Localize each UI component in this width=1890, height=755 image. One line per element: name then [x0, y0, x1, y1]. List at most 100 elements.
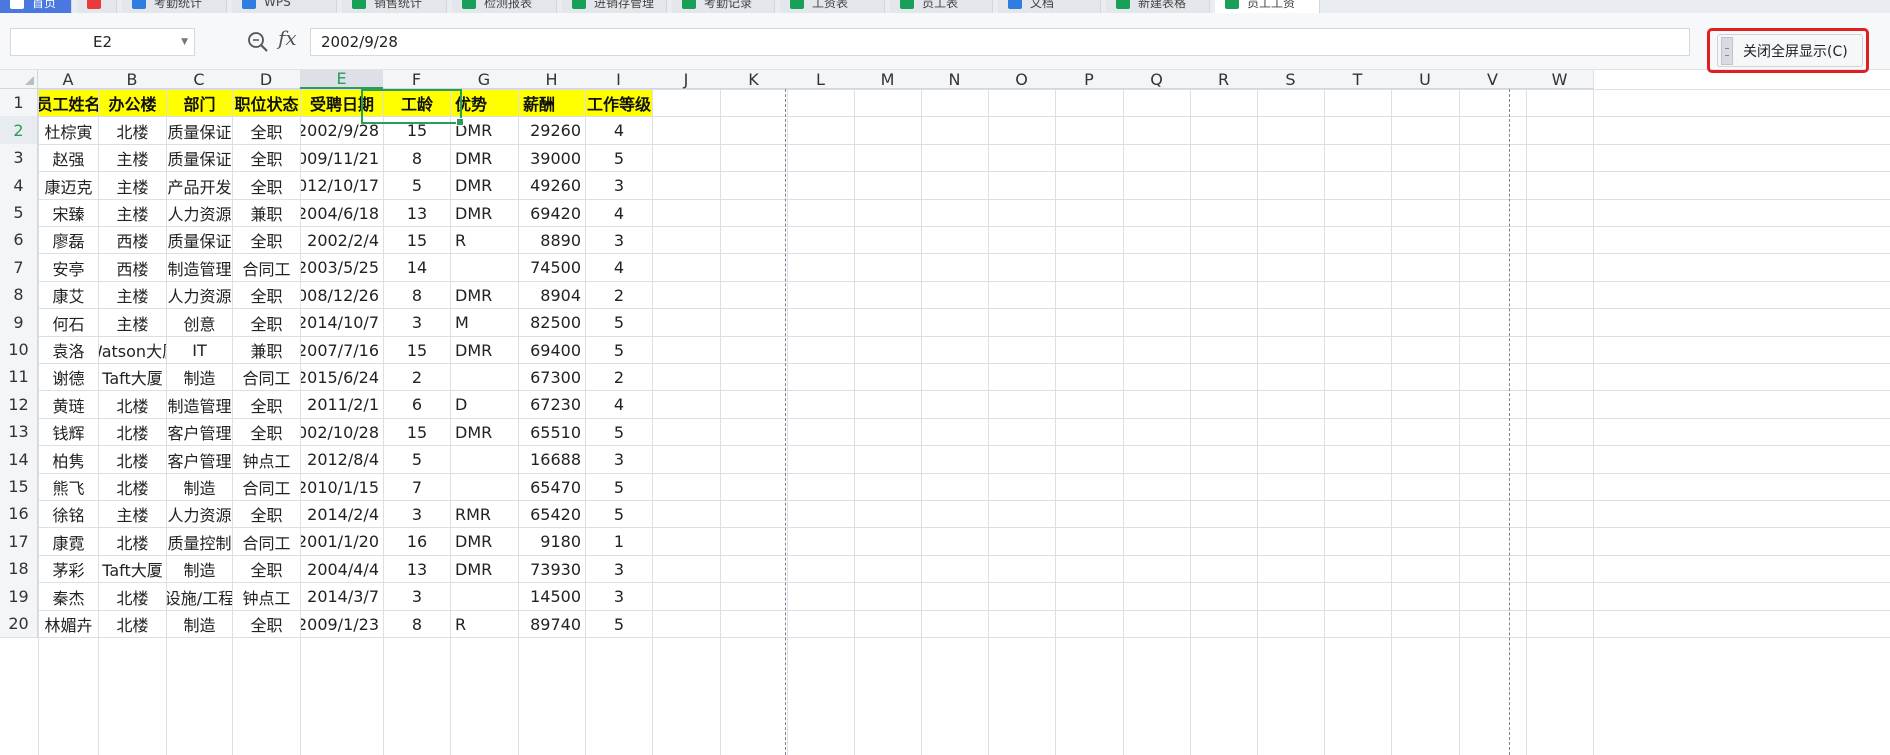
tab-12[interactable]: 新建表格 [1106, 0, 1210, 13]
cell-hire-date[interactable]: 2001/1/20 [301, 528, 383, 555]
cell-department[interactable]: 客户管理 [167, 446, 232, 473]
cell-strength[interactable]: DMR [451, 282, 518, 308]
header-cell-office[interactable]: 办公楼 [99, 90, 166, 116]
cell-office[interactable]: 主楼 [99, 282, 166, 308]
cell-hire-date[interactable]: 2008/12/26 [301, 282, 383, 308]
column-header-s[interactable]: S [1257, 70, 1324, 89]
column-header-k[interactable]: K [720, 70, 787, 89]
cell-salary[interactable]: 67300 [519, 364, 585, 390]
cell-salary[interactable]: 14500 [519, 583, 585, 610]
tab-6[interactable]: 检测报表 [452, 0, 557, 13]
select-all-corner[interactable] [0, 70, 38, 89]
cell-salary[interactable]: 65510 [519, 419, 585, 445]
cell-tenure[interactable]: 13 [384, 200, 450, 226]
cell-strength[interactable]: R [451, 611, 518, 637]
row-header-16[interactable]: 16 [0, 500, 38, 527]
cell-employee-name[interactable]: 赵强 [39, 145, 98, 171]
cell-tenure[interactable]: 7 [384, 474, 450, 500]
cell-department[interactable]: 创意 [167, 309, 232, 336]
column-header-l[interactable]: L [787, 70, 854, 89]
cell-employee-name[interactable]: 熊飞 [39, 474, 98, 500]
row-header-19[interactable]: 19 [0, 582, 38, 610]
cell-tenure[interactable]: 15 [384, 117, 450, 144]
cell-grade[interactable]: 3 [586, 227, 652, 253]
cell-hire-date[interactable]: 2015/6/24 [301, 364, 383, 390]
header-cell-grade[interactable]: 工作等级 [586, 90, 652, 116]
cell-strength[interactable]: RMR [451, 501, 518, 527]
tab-2[interactable] [77, 0, 117, 13]
cell-salary[interactable]: 69400 [519, 337, 585, 363]
cell-tenure[interactable]: 8 [384, 282, 450, 308]
cell-tenure[interactable]: 16 [384, 528, 450, 555]
column-header-u[interactable]: U [1391, 70, 1459, 89]
tab-1[interactable]: 首页 [0, 0, 72, 13]
cell-hire-date[interactable]: 2002/9/28 [301, 117, 383, 144]
tab-11[interactable]: 文档 [998, 0, 1101, 13]
cell-department[interactable]: 质量保证 [167, 227, 232, 253]
cell-status[interactable]: 兼职 [233, 200, 300, 226]
cell-employee-name[interactable]: 袁洛 [39, 337, 98, 363]
cell-tenure[interactable]: 3 [384, 309, 450, 336]
column-header-w[interactable]: W [1526, 70, 1593, 89]
header-cell-salary[interactable]: 薪酬 [519, 90, 585, 116]
column-header-v[interactable]: V [1459, 70, 1526, 89]
cell-status[interactable]: 合同工 [233, 474, 300, 500]
row-header-3[interactable]: 3 [0, 144, 38, 171]
row-header-6[interactable]: 6 [0, 226, 38, 253]
tab-3[interactable]: 考勤统计 [122, 0, 227, 13]
cell-department[interactable]: 人力资源 [167, 282, 232, 308]
cell-strength[interactable] [451, 583, 518, 610]
cell-department[interactable]: 制造 [167, 556, 232, 582]
cell-department[interactable]: 制造 [167, 474, 232, 500]
cell-status[interactable]: 兼职 [233, 337, 300, 363]
cell-status[interactable]: 全职 [233, 227, 300, 253]
cell-employee-name[interactable]: 何石 [39, 309, 98, 336]
cell-employee-name[interactable]: 谢德 [39, 364, 98, 390]
search-zoom-icon[interactable] [246, 30, 270, 54]
cell-office[interactable]: 北楼 [99, 446, 166, 473]
header-cell-employee-name[interactable]: 员工姓名 [39, 90, 98, 116]
cell-grade[interactable]: 1 [586, 528, 652, 555]
cell-employee-name[interactable]: 廖磊 [39, 227, 98, 253]
cell-salary[interactable]: 49260 [519, 172, 585, 199]
header-cell-status[interactable]: 职位状态 [233, 90, 300, 116]
cell-office[interactable]: 主楼 [99, 501, 166, 527]
cell-status[interactable]: 全职 [233, 419, 300, 445]
cell-tenure[interactable]: 13 [384, 556, 450, 582]
cell-department[interactable]: 设施/工程 [167, 583, 232, 610]
cell-grade[interactable]: 3 [586, 172, 652, 199]
cell-tenure[interactable]: 3 [384, 583, 450, 610]
cell-grade[interactable]: 4 [586, 391, 652, 418]
cell-office[interactable]: 主楼 [99, 309, 166, 336]
cell-strength[interactable] [451, 474, 518, 500]
tab-5[interactable]: 销售统计 [342, 0, 447, 13]
cell-employee-name[interactable]: 秦杰 [39, 583, 98, 610]
cell-hire-date[interactable]: 2002/2/4 [301, 227, 383, 253]
cell-grade[interactable]: 3 [586, 583, 652, 610]
cell-department[interactable]: 制造管理 [167, 391, 232, 418]
cell-strength[interactable] [451, 446, 518, 473]
tab-7[interactable]: 进销存管理 [562, 0, 667, 13]
cell-employee-name[interactable]: 康艾 [39, 282, 98, 308]
cell-department[interactable]: 人力资源 [167, 501, 232, 527]
cell-grade[interactable]: 5 [586, 145, 652, 171]
cell-strength[interactable]: DMR [451, 337, 518, 363]
column-header-r[interactable]: R [1190, 70, 1257, 89]
cell-employee-name[interactable]: 钱辉 [39, 419, 98, 445]
cell-department[interactable]: 产品开发 [167, 172, 232, 199]
cell-tenure[interactable]: 8 [384, 611, 450, 637]
cell-status[interactable]: 全职 [233, 309, 300, 336]
cell-employee-name[interactable]: 茅彩 [39, 556, 98, 582]
cell-status[interactable]: 钟点工 [233, 583, 300, 610]
cell-department[interactable]: 制造管理 [167, 254, 232, 281]
cell-grade[interactable]: 5 [586, 501, 652, 527]
cell-strength[interactable] [451, 254, 518, 281]
cell-tenure[interactable]: 3 [384, 501, 450, 527]
row-header-2[interactable]: 2 [0, 116, 38, 144]
cell-strength[interactable]: DMR [451, 145, 518, 171]
cell-status[interactable]: 全职 [233, 391, 300, 418]
cell-salary[interactable]: 73930 [519, 556, 585, 582]
cell-status[interactable]: 全职 [233, 611, 300, 637]
cell-status[interactable]: 全职 [233, 556, 300, 582]
cell-salary[interactable]: 74500 [519, 254, 585, 281]
